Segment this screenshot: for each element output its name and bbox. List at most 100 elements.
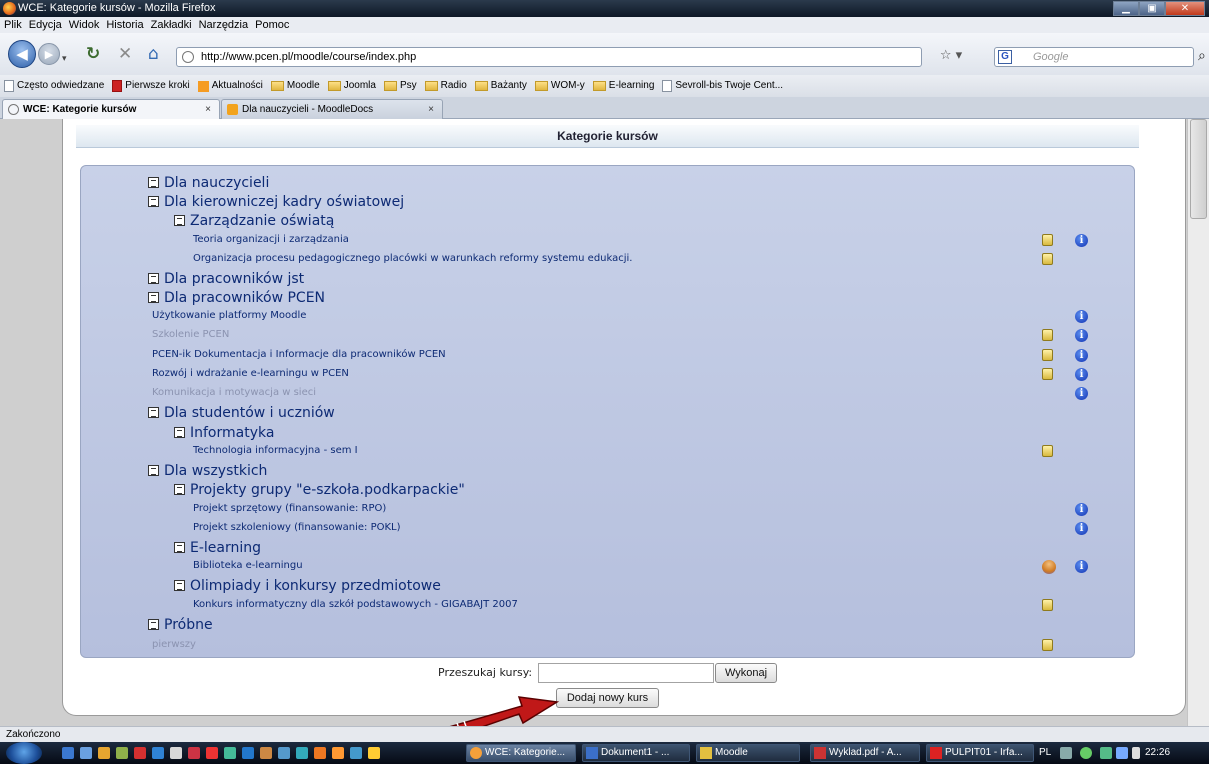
course-link[interactable]: Projekt szkoleniowy (finansowanie: POKL) xyxy=(193,521,401,535)
tray-network-icon[interactable] xyxy=(1080,747,1092,759)
bookmark-item[interactable]: Pierwsze kroki xyxy=(112,75,190,97)
bookmark-folder[interactable]: Bażanty xyxy=(474,75,527,97)
show-desktop-icon[interactable] xyxy=(62,747,74,759)
firefox-icon[interactable] xyxy=(332,747,344,759)
info-icon[interactable]: i xyxy=(1075,310,1088,323)
quicklaunch-icon[interactable] xyxy=(350,747,362,759)
key-icon[interactable] xyxy=(1042,329,1053,341)
bookmark-folder[interactable]: Moodle xyxy=(270,75,320,97)
quicklaunch-icon[interactable] xyxy=(242,747,254,759)
address-bar[interactable]: http://www.pcen.pl/moodle/course/index.p… xyxy=(176,47,922,67)
category-item[interactable]: Dla pracowników PCEN xyxy=(148,289,325,307)
info-icon[interactable]: i xyxy=(1075,503,1088,516)
close-button[interactable]: ✕ xyxy=(1165,1,1205,16)
start-button[interactable] xyxy=(6,742,42,764)
add-course-button[interactable]: Dodaj nowy kurs xyxy=(556,688,659,708)
quicklaunch-icon[interactable] xyxy=(314,747,326,759)
info-icon[interactable]: i xyxy=(1075,522,1088,535)
stop-icon[interactable]: ✕ xyxy=(118,46,132,63)
info-icon[interactable]: i xyxy=(1075,368,1088,381)
quicklaunch-icon[interactable] xyxy=(170,747,182,759)
key-icon[interactable] xyxy=(1042,368,1053,380)
menu-widok[interactable]: Widok xyxy=(69,17,100,33)
course-link[interactable]: PCEN-ik Dokumentacja i Informacje dla pr… xyxy=(152,348,446,362)
close-tab-icon[interactable]: × xyxy=(428,100,434,119)
menu-edycja[interactable]: Edycja xyxy=(29,17,62,33)
key-icon[interactable] xyxy=(1042,445,1053,457)
key-icon[interactable] xyxy=(1042,639,1053,651)
category-item[interactable]: Zarządzanie oświatą xyxy=(174,212,334,230)
taskbar-acrobat[interactable]: Wyklad.pdf - A... xyxy=(810,744,920,762)
vertical-scrollbar[interactable] xyxy=(1187,119,1209,726)
tray-app-icon[interactable] xyxy=(1100,747,1112,759)
language-indicator[interactable]: PL xyxy=(1039,742,1051,764)
bookmark-folder[interactable]: Psy xyxy=(383,75,417,97)
quicklaunch-icon[interactable] xyxy=(368,747,380,759)
category-item[interactable]: Dla pracowników jst xyxy=(148,270,304,288)
bookmark-folder[interactable]: Radio xyxy=(424,75,467,97)
bookmark-folder[interactable]: Joomla xyxy=(327,75,376,97)
bookmark-item[interactable]: Często odwiedzane xyxy=(4,75,104,97)
course-link[interactable]: Projekt sprzętowy (finansowanie: RPO) xyxy=(193,502,386,516)
key-icon[interactable] xyxy=(1042,234,1053,246)
quicklaunch-icon[interactable] xyxy=(134,747,146,759)
forward-button[interactable]: ▶ xyxy=(38,43,60,65)
info-icon[interactable]: i xyxy=(1075,560,1088,573)
google-icon[interactable]: G xyxy=(998,50,1012,64)
search-courses-input[interactable] xyxy=(538,663,714,683)
category-item[interactable]: E-learning xyxy=(174,539,261,557)
category-item[interactable]: Projekty grupy "e-szkoła.podkarpackie" xyxy=(174,481,465,499)
menu-pomoc[interactable]: Pomoc xyxy=(255,17,289,33)
menu-zakladki[interactable]: Zakładki xyxy=(151,17,192,33)
course-link[interactable]: Konkurs informatyczny dla szkół podstawo… xyxy=(193,598,518,612)
quicklaunch-icon[interactable] xyxy=(116,747,128,759)
course-link[interactable]: Technologia informacyjna - sem I xyxy=(193,444,358,458)
back-button[interactable]: ◀ xyxy=(8,40,36,68)
minimize-button[interactable]: ▁ xyxy=(1113,1,1139,16)
category-item[interactable]: Dla kierowniczej kadry oświatowej xyxy=(148,193,404,211)
bookmark-folder[interactable]: WOM-y xyxy=(534,75,585,97)
info-icon[interactable]: i xyxy=(1075,234,1088,247)
key-icon[interactable] xyxy=(1042,349,1053,361)
category-item[interactable]: Dla studentów i uczniów xyxy=(148,404,335,422)
category-item[interactable]: Dla nauczycieli xyxy=(148,174,269,192)
close-tab-icon[interactable]: × xyxy=(205,100,211,119)
tab-kategorie-kursow[interactable]: WCE: Kategorie kursów × xyxy=(2,99,220,119)
key-icon[interactable] xyxy=(1042,253,1053,265)
course-link[interactable]: Komunikacja i motywacja w sieci xyxy=(152,386,316,400)
quicklaunch-icon[interactable] xyxy=(278,747,290,759)
search-go-icon[interactable]: ⌕ xyxy=(1198,48,1206,64)
maximize-button[interactable]: ▣ xyxy=(1139,1,1165,16)
quicklaunch-icon[interactable] xyxy=(260,747,272,759)
bookmark-item[interactable]: Aktualności xyxy=(197,75,263,97)
course-link[interactable]: Użytkowanie platformy Moodle xyxy=(152,309,306,323)
course-link[interactable]: Biblioteka e-learningu xyxy=(193,559,303,573)
quicklaunch-icon[interactable] xyxy=(98,747,110,759)
search-submit-button[interactable]: Wykonaj xyxy=(715,663,777,683)
category-item[interactable]: Olimpiady i konkursy przedmiotowe xyxy=(174,577,441,595)
key-icon[interactable] xyxy=(1042,599,1053,611)
search-input[interactable]: G Google xyxy=(994,47,1194,67)
course-link[interactable]: Szkolenie PCEN xyxy=(152,328,229,342)
tray-keyboard-icon[interactable] xyxy=(1060,747,1072,759)
category-item[interactable]: Informatyka xyxy=(174,424,274,442)
quicklaunch-icon[interactable] xyxy=(296,747,308,759)
bookmark-folder[interactable]: E-learning xyxy=(592,75,654,97)
home-icon[interactable]: ⌂ xyxy=(148,46,159,63)
taskbar-firefox[interactable]: WCE: Kategorie... xyxy=(466,744,576,762)
taskbar-irfanview[interactable]: PULPIT01 - Irfa... xyxy=(926,744,1034,762)
category-item[interactable]: Próbne xyxy=(148,616,213,634)
info-icon[interactable]: i xyxy=(1075,329,1088,342)
info-icon[interactable]: i xyxy=(1075,349,1088,362)
category-item[interactable]: Dla wszystkich xyxy=(148,462,267,480)
clock[interactable]: 22:26 xyxy=(1145,742,1170,764)
guest-access-icon[interactable] xyxy=(1042,560,1056,574)
course-link[interactable]: Rozwój i wdrażanie e-learningu w PCEN xyxy=(152,367,349,381)
tray-volume-icon[interactable] xyxy=(1132,747,1140,759)
quicklaunch-icon[interactable] xyxy=(206,747,218,759)
course-link[interactable]: pierwszy xyxy=(152,638,196,652)
menu-historia[interactable]: Historia xyxy=(106,17,143,33)
taskbar-moodle-folder[interactable]: Moodle xyxy=(696,744,800,762)
bookmark-star-icon[interactable]: ☆ ▾ xyxy=(920,47,982,67)
reload-icon[interactable]: ↻ xyxy=(86,46,100,63)
